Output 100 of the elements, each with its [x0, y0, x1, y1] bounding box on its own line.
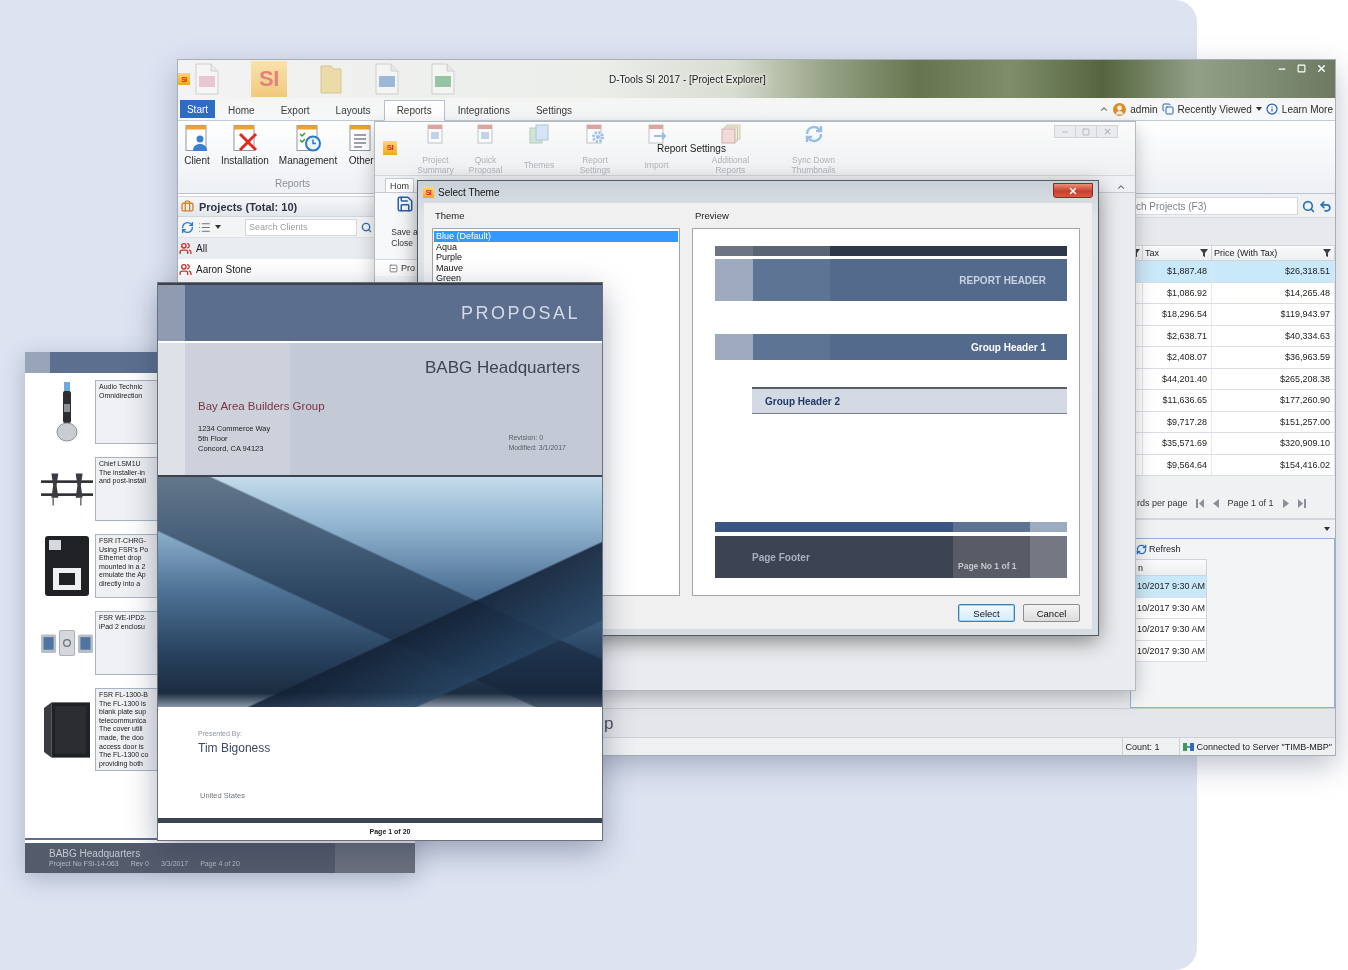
- caret-icon[interactable]: [215, 225, 221, 229]
- close-icon: [1068, 185, 1078, 196]
- charger-box-drawing: [45, 536, 89, 596]
- start-tab[interactable]: Start: [180, 100, 215, 118]
- spreadsheet-icon: [431, 63, 455, 95]
- last-page-icon[interactable]: [1297, 498, 1306, 508]
- ribbon-tab[interactable]: Integrations: [444, 100, 523, 121]
- presenter-name: Tim Bigoness: [198, 741, 272, 755]
- ribbon-tab[interactable]: Export: [267, 100, 323, 121]
- network-icon: [1182, 741, 1194, 752]
- stacked-windows-icon: [1161, 103, 1174, 115]
- dialog-button[interactable]: Select: [958, 604, 1015, 622]
- ribbon-button[interactable]: Client: [183, 124, 211, 166]
- document-icon: [375, 63, 399, 95]
- table-cell: $265,208.38: [1212, 368, 1335, 389]
- page-number-label: Page No 1 of 1: [957, 561, 1018, 571]
- table-cell: $18,296.54: [1143, 304, 1212, 325]
- document-arrow-icon[interactable]: [645, 124, 668, 144]
- count-label: Count: 1: [1121, 738, 1179, 755]
- minus-box-icon[interactable]: [389, 263, 398, 273]
- ribbon-tab[interactable]: Layouts: [322, 100, 384, 121]
- caret-icon[interactable]: [1324, 527, 1330, 531]
- tooltip-text: Report Settings: [657, 144, 726, 154]
- refresh-button[interactable]: Refresh: [1136, 543, 1181, 555]
- filter-icon[interactable]: [1323, 249, 1331, 257]
- wall-box-drawing: [44, 699, 90, 760]
- list-icon[interactable]: [198, 220, 211, 234]
- column-header[interactable]: Tax: [1143, 246, 1212, 260]
- table-cell: $9,717.28: [1143, 411, 1212, 432]
- save-close-button[interactable]: Save a Close: [391, 195, 418, 249]
- theme-label: Theme: [434, 209, 466, 221]
- window-title: D-Tools SI 2017 - [Project Explorer]: [609, 73, 766, 85]
- panel-title: Projects (Total: 10): [199, 200, 298, 213]
- page-label: Page 1 of 1: [1227, 498, 1274, 508]
- project-name: BABG Headquarters: [425, 358, 580, 378]
- close-button[interactable]: [1053, 183, 1093, 198]
- column-header[interactable]: Price (With Tax): [1212, 246, 1335, 260]
- search-field[interactable]: Search Clients: [245, 218, 357, 236]
- table-cell: $9,564.64: [1143, 454, 1212, 475]
- caret-icon[interactable]: [1255, 107, 1262, 111]
- dialog-button[interactable]: Cancel: [1023, 604, 1080, 622]
- table-cell: $26,318.51: [1212, 261, 1335, 282]
- footer-title: BABG Headquarters: [49, 848, 142, 859]
- close-icon[interactable]: [1316, 63, 1327, 74]
- first-page-icon[interactable]: [1195, 498, 1204, 508]
- info-icon: [1265, 103, 1278, 115]
- tablets-drawing: [41, 630, 93, 656]
- search-icon[interactable]: [1302, 199, 1315, 213]
- learn-more-link[interactable]: Learn More: [1281, 103, 1333, 115]
- app-logo: SI: [251, 61, 287, 97]
- search-icon[interactable]: [361, 221, 372, 233]
- tab-label-fragment: p: [604, 714, 614, 732]
- ribbon-tab[interactable]: Settings: [522, 100, 586, 121]
- folder-icon: [319, 63, 343, 95]
- records-per-page-label: rds per page: [1137, 498, 1188, 508]
- ribbon-tab[interactable]: Home: [215, 100, 268, 121]
- user-name: admin: [1130, 103, 1158, 115]
- table-cell: $320,909.10: [1212, 433, 1335, 454]
- previous-page-icon[interactable]: [1211, 498, 1220, 508]
- client-name: Bay Area Builders Group: [198, 400, 326, 412]
- tools-document-icon: [230, 124, 259, 152]
- table-cell: $2,408.07: [1143, 347, 1212, 368]
- app-logo: SI: [383, 141, 397, 155]
- refresh-icon: [1136, 543, 1147, 555]
- table-cell: $35,571.69: [1143, 433, 1212, 454]
- theme-option[interactable]: Aqua: [434, 241, 678, 252]
- save-icon: [395, 195, 414, 213]
- report-header-label: REPORT HEADER: [959, 274, 1046, 286]
- chevron-up-icon[interactable]: [1099, 104, 1110, 114]
- theme-option[interactable]: Green: [434, 273, 678, 284]
- theme-option[interactable]: Purple: [434, 252, 678, 263]
- maximize-icon: [1082, 127, 1090, 136]
- proposal-heading: PROPOSAL: [460, 302, 580, 324]
- table-cell: $154,416.02: [1212, 454, 1335, 475]
- chevron-up-icon[interactable]: [1116, 182, 1126, 192]
- preview-label: Preview: [694, 209, 730, 221]
- next-page-icon[interactable]: [1281, 498, 1290, 508]
- ribbon-button[interactable]: Management: [278, 124, 338, 166]
- ribbon-group-label: Reports: [275, 178, 310, 189]
- theme-option[interactable]: Mauve: [434, 262, 678, 273]
- filter-icon[interactable]: [1200, 249, 1208, 257]
- group-header-label: Group Header 1: [970, 341, 1046, 353]
- connection-status: Connected to Server "TIMB-MBP": [1196, 741, 1332, 752]
- dialog-title: Select Theme: [438, 186, 500, 198]
- table-cell: $44,201.40: [1143, 368, 1212, 389]
- maximize-icon[interactable]: [1297, 64, 1306, 73]
- refresh-icon[interactable]: [181, 220, 194, 234]
- tree-item[interactable]: Pro: [375, 259, 418, 276]
- recently-viewed-menu[interactable]: Recently Viewed: [1177, 103, 1252, 115]
- page-footer-label: Page Footer: [751, 551, 811, 563]
- table-cell: $40,334.63: [1212, 325, 1335, 346]
- ribbon-button[interactable]: Installation: [221, 124, 269, 166]
- clock-document-icon: [294, 124, 322, 152]
- gear-document-icon[interactable]: [584, 124, 606, 144]
- briefcase-icon: [181, 200, 194, 213]
- user-icon: [1113, 102, 1127, 116]
- undo-arrow-icon[interactable]: [1319, 199, 1332, 213]
- ribbon-button[interactable]: Other: [347, 124, 376, 166]
- ribbon-tab[interactable]: Reports: [383, 100, 445, 121]
- document-icon: [195, 63, 219, 95]
